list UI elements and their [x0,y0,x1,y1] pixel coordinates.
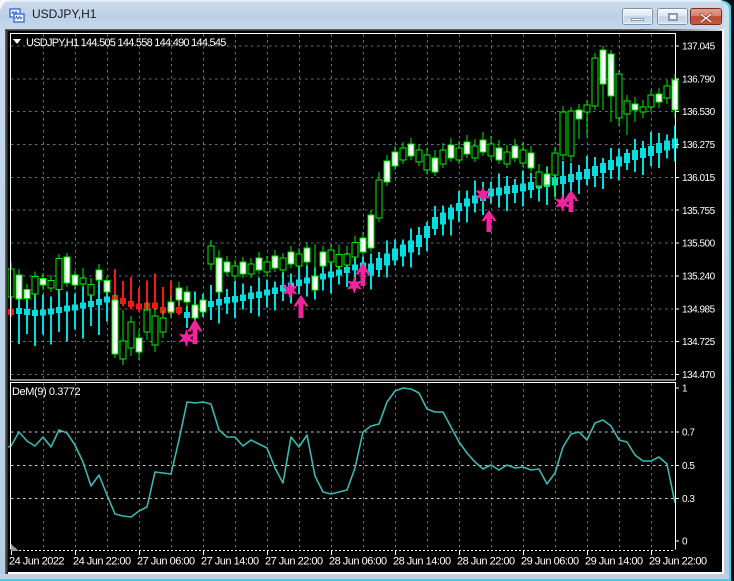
svg-text:135.755: 135.755 [682,206,716,217]
svg-text:29 Jun 06:00: 29 Jun 06:00 [521,556,579,568]
svg-text:136.275: 136.275 [682,140,716,151]
svg-text:136.015: 136.015 [682,173,716,184]
svg-text:0.7: 0.7 [682,428,695,439]
svg-text:24 Jun 2022: 24 Jun 2022 [9,556,64,568]
svg-text:24 Jun 22:00: 24 Jun 22:00 [73,556,131,568]
svg-text:137.045: 137.045 [682,42,716,53]
svg-text:29 Jun 14:00: 29 Jun 14:00 [585,556,643,568]
svg-text:134.470: 134.470 [682,370,716,381]
svg-text:0.3: 0.3 [682,494,695,505]
svg-text:134.985: 134.985 [682,304,716,315]
svg-text:28 Jun 22:00: 28 Jun 22:00 [457,556,515,568]
svg-text:0.5: 0.5 [682,461,695,472]
svg-text:USDJPY,H1 144.505 144.558 144.: USDJPY,H1 144.505 144.558 144.490 144.54… [26,37,226,49]
svg-text:29 Jun 22:00: 29 Jun 22:00 [649,556,707,568]
svg-text:28 Jun 14:00: 28 Jun 14:00 [393,556,451,568]
svg-text:27 Jun 22:00: 27 Jun 22:00 [265,556,323,568]
svg-text:135.500: 135.500 [682,239,716,250]
svg-text:27 Jun 06:00: 27 Jun 06:00 [137,556,195,568]
svg-text:135.240: 135.240 [682,272,716,283]
svg-text:134.725: 134.725 [682,337,716,348]
svg-text:136.790: 136.790 [682,74,716,85]
svg-text:136.530: 136.530 [682,107,716,118]
svg-text:28 Jun 06:00: 28 Jun 06:00 [329,556,387,568]
svg-text:DeM(9) 0.3772: DeM(9) 0.3772 [12,386,80,398]
svg-text:27 Jun 14:00: 27 Jun 14:00 [201,556,259,568]
